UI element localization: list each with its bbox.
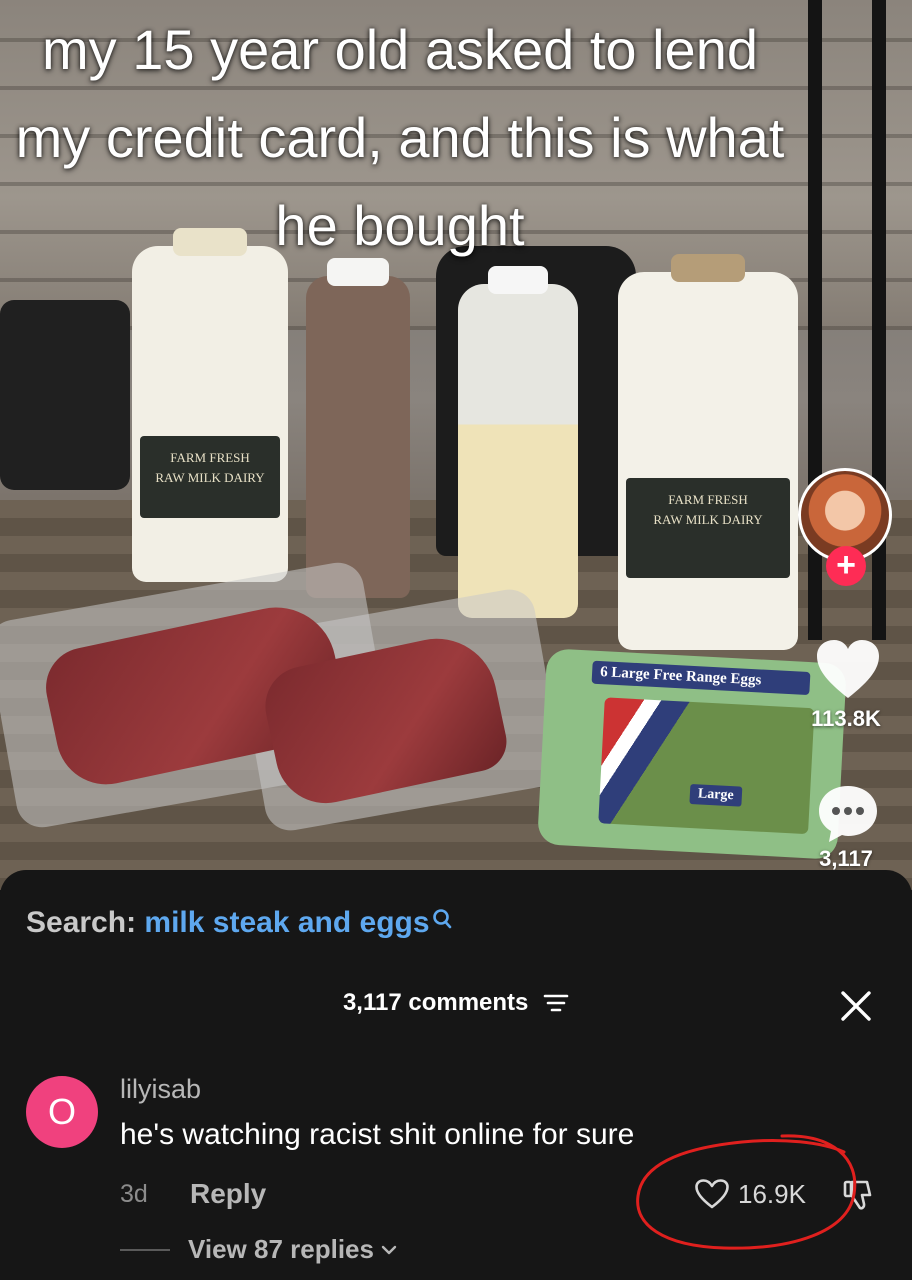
comment-count: 3,117 [819, 846, 873, 871]
eggs-size-label: Large [689, 783, 743, 807]
black-canister [0, 300, 130, 490]
comment-like-count: 16.9K [738, 1178, 806, 1209]
close-icon[interactable] [838, 988, 874, 1024]
video-caption: my 15 year old asked to lend my credit c… [15, 18, 785, 257]
comment-like-button[interactable]: 16.9K [694, 1178, 806, 1210]
milk-line-label: RAW MILK DAIRY [155, 470, 265, 485]
comment-text: he's watching racist shit online for sur… [120, 1118, 635, 1151]
egg-carton: 6 Large Free Range Eggs Large [537, 648, 847, 860]
milk-brand-label: FARM FRESH [170, 450, 250, 465]
cream-bottle [458, 266, 578, 618]
video-frame[interactable]: FARM FRESH RAW MILK DAIRY FARM FRESH RAW… [0, 0, 912, 890]
chocolate-milk-bottle [306, 258, 410, 598]
search-prefix: Search: [26, 906, 137, 939]
eggs-label: 6 Large Free Range Eggs [591, 660, 811, 696]
comments-header: 3,117 comments [0, 988, 912, 1017]
milk-line-label-right: RAW MILK DAIRY [653, 512, 763, 527]
plus-icon: + [836, 546, 856, 584]
search-suggestion[interactable]: Search: milk steak and eggs [26, 906, 452, 940]
heart-icon[interactable] [815, 638, 881, 700]
filter-icon[interactable] [543, 992, 569, 1014]
view-replies-label: View 87 replies [188, 1234, 374, 1264]
thumbs-down-icon[interactable] [840, 1178, 878, 1212]
comments-sheet: Search: milk steak and eggs 3,117 commen… [0, 870, 912, 1280]
like-count: 113.8K [811, 706, 881, 731]
milk-brand-label-right: FARM FRESH [668, 492, 748, 507]
chevron-down-icon [381, 1245, 397, 1254]
search-term-link[interactable]: milk steak and eggs [144, 906, 429, 939]
comments-count: 3,117 comments [342, 988, 529, 1016]
follow-button[interactable]: + [826, 546, 866, 586]
heart-outline-icon [695, 1179, 729, 1209]
commenter-username[interactable]: lilyisab [120, 1074, 201, 1105]
milk-jug-large-right: FARM FRESH RAW MILK DAIRY [618, 254, 798, 650]
replies-divider [120, 1248, 170, 1251]
commenter-avatar[interactable]: O [26, 1076, 98, 1148]
speech-bubble-icon[interactable] [816, 782, 880, 844]
search-icon [432, 909, 451, 929]
comment-time: 3d [120, 1180, 148, 1208]
milk-jug-large-left: FARM FRESH RAW MILK DAIRY [132, 228, 288, 582]
view-replies-button[interactable]: View 87 replies [120, 1234, 398, 1265]
eggs-label-image [598, 697, 815, 835]
reply-button[interactable]: Reply [190, 1178, 266, 1210]
